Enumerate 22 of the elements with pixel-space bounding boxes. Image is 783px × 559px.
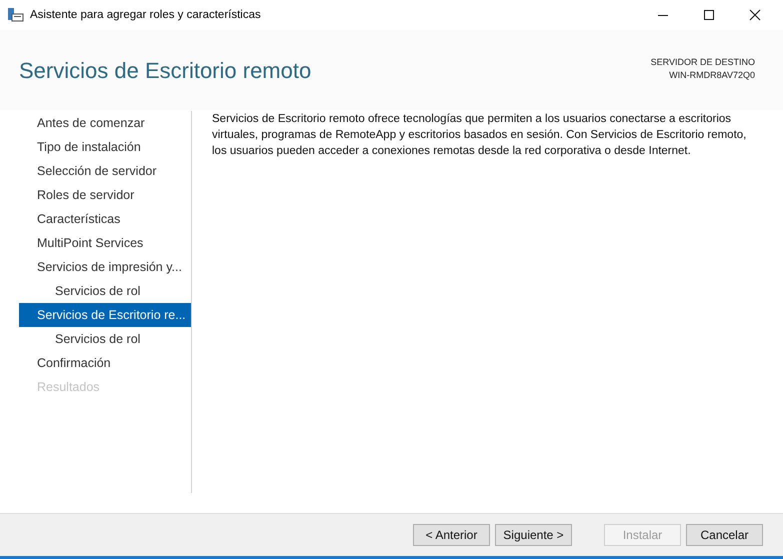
wizard-step[interactable]: MultiPoint Services: [19, 231, 191, 255]
page-title: Servicios de Escritorio remoto: [19, 58, 312, 84]
wizard-button[interactable]: Cancelar: [686, 524, 763, 546]
wizard-step[interactable]: Servicios de rol: [19, 279, 191, 303]
wizard-button[interactable]: Siguiente >: [495, 524, 572, 546]
wizard-step[interactable]: Selección de servidor: [19, 159, 191, 183]
wizard-icon: [8, 8, 24, 22]
wizard-step[interactable]: Servicios de impresión y...: [19, 255, 191, 279]
wizard-step[interactable]: Confirmación: [19, 351, 191, 375]
maximize-icon[interactable]: [703, 9, 715, 21]
server-label: SERVIDOR DE DESTINO: [650, 56, 755, 69]
wizard-step[interactable]: Antes de comenzar: [19, 111, 191, 135]
wizard-step[interactable]: Servicios de rol: [19, 327, 191, 351]
wizard-step[interactable]: Servicios de Escritorio re...: [19, 303, 191, 327]
wizard-button[interactable]: < Anterior: [413, 524, 490, 546]
wizard-step[interactable]: Tipo de instalación: [19, 135, 191, 159]
description-text: Servicios de Escritorio remoto ofrece tecnologías que permiten a los usuarios conectarse a escritorios virtuales, programas de RemoteApp y escritorios basados en sesión. Con Servicios de Escritorio remoto, los usuarios pueden acceder a conexiones remotas desde la red corporativa o desde Internet.: [212, 112, 748, 159]
wizard-step[interactable]: Roles de servidor: [19, 183, 191, 207]
window-title: Asistente para agregar roles y características: [30, 9, 262, 21]
close-icon[interactable]: [749, 9, 761, 21]
wizard-step[interactable]: Características: [19, 207, 191, 231]
server-name: WIN-RMDR8AV72Q0: [669, 69, 755, 82]
